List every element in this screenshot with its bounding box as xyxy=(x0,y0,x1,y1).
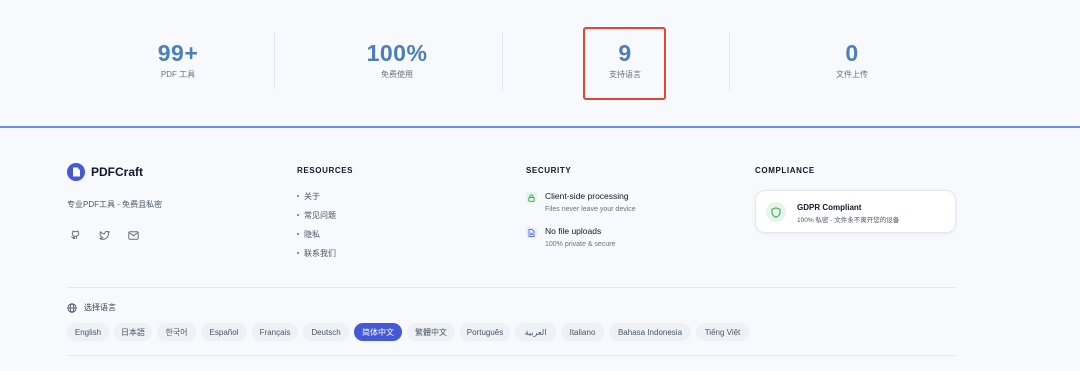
security-title: SECURITY xyxy=(526,166,572,175)
lang-option-indonesian[interactable]: Bahasa Indonesia xyxy=(609,323,691,341)
resource-link-label: 隐私 xyxy=(304,230,320,239)
lang-option-japanese[interactable]: 日本語 xyxy=(114,323,152,341)
security-item-title: No file uploads xyxy=(545,226,602,236)
security-item-subtitle: Files never leave your device xyxy=(545,206,636,213)
resource-link-about[interactable]: 关于 xyxy=(297,191,320,202)
lang-option-french[interactable]: Français xyxy=(252,323,298,341)
gdpr-title: GDPR Compliant xyxy=(797,203,862,212)
lang-option-english[interactable]: English xyxy=(67,323,109,341)
stat-tools: 99+ PDF 工具 xyxy=(64,0,292,126)
stat-free: 100% 免费使用 xyxy=(283,0,511,126)
stat-divider xyxy=(729,32,730,90)
stat-divider xyxy=(274,32,275,90)
shield-check-icon xyxy=(766,202,786,222)
resource-link-label: 常见问题 xyxy=(304,211,336,220)
resources-title: RESOURCES xyxy=(297,166,354,175)
twitter-icon[interactable] xyxy=(97,228,111,242)
section-divider xyxy=(0,126,1080,128)
stat-value: 100% xyxy=(366,40,428,66)
lang-option-german[interactable]: Deutsch xyxy=(303,323,349,341)
language-heading: 选择语言 xyxy=(67,302,116,313)
stat-label: 文件上传 xyxy=(836,70,868,79)
pdfcraft-logo-icon xyxy=(67,163,85,181)
resource-link-label: 联系我们 xyxy=(304,249,336,258)
mail-icon[interactable] xyxy=(126,228,140,242)
brand-tagline: 专业PDF工具 - 免费且私密 xyxy=(67,200,163,209)
globe-icon xyxy=(67,302,77,313)
stat-value: 0 xyxy=(845,40,859,66)
file-icon xyxy=(526,227,537,238)
stat-uploads: 0 文件上传 xyxy=(738,0,966,126)
highlight-box xyxy=(583,27,666,100)
stat-label: 免费使用 xyxy=(381,70,413,79)
resource-link-label: 关于 xyxy=(304,192,320,201)
stat-label: PDF 工具 xyxy=(160,70,196,79)
compliance-title: COMPLIANCE xyxy=(755,166,815,175)
language-heading-label: 选择语言 xyxy=(84,303,116,312)
stats-section: 99+ PDF 工具 100% 免费使用 9 支持语言 0 文件上传 xyxy=(0,0,1080,126)
resource-link-faq[interactable]: 常见问题 xyxy=(297,210,336,221)
lang-option-arabic[interactable]: العربية xyxy=(515,323,556,341)
lock-icon xyxy=(526,192,537,203)
lang-option-spanish[interactable]: Español xyxy=(201,323,247,341)
lang-option-vietnamese[interactable]: Tiếng Việt xyxy=(696,323,749,341)
lang-option-korean[interactable]: 한국어 xyxy=(157,323,196,341)
lang-option-simplified-chinese[interactable]: 简体中文 xyxy=(354,323,402,341)
footer-divider xyxy=(67,355,956,356)
footer-divider xyxy=(67,287,956,288)
brand[interactable]: PDFCraft xyxy=(67,163,143,181)
gdpr-card: GDPR Compliant 100% 私密 - 文件永不离开您的设备 xyxy=(755,190,956,233)
resource-link-contact[interactable]: 联系我们 xyxy=(297,248,336,259)
lang-option-italian[interactable]: Italiano xyxy=(561,323,604,341)
lang-option-traditional-chinese[interactable]: 繁體中文 xyxy=(407,323,455,341)
security-item-subtitle: 100% private & secure xyxy=(545,241,616,248)
brand-name: PDFCraft xyxy=(91,165,144,179)
stat-divider xyxy=(502,32,503,90)
resource-link-privacy[interactable]: 隐私 xyxy=(297,229,320,240)
stat-value: 99+ xyxy=(157,40,199,66)
security-item-title: Client-side processing xyxy=(545,191,629,201)
github-icon[interactable] xyxy=(68,228,82,242)
gdpr-subtitle: 100% 私密 - 文件永不离开您的设备 xyxy=(797,217,900,224)
lang-option-portuguese[interactable]: Português xyxy=(460,323,510,341)
